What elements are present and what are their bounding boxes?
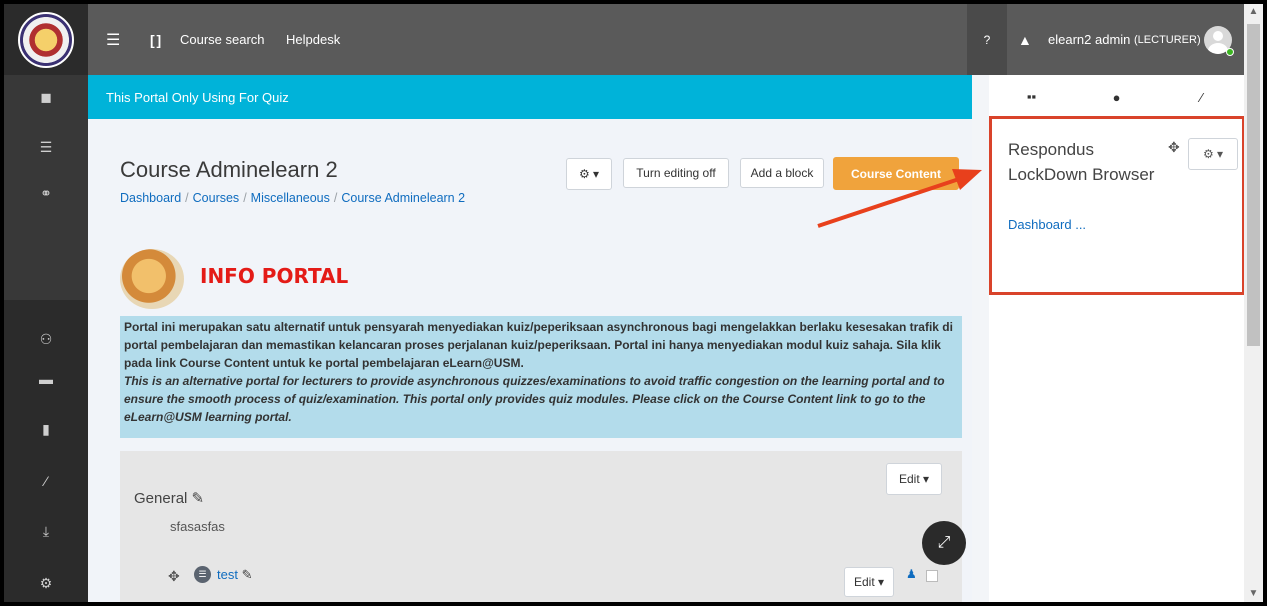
comment-icon[interactable]: ● xyxy=(1074,75,1159,119)
nav-course-search[interactable]: Course search xyxy=(180,4,265,75)
scroll-down-icon[interactable]: ▼ xyxy=(1244,588,1263,599)
gear-icon: ⚙ ▾ xyxy=(1202,147,1224,161)
section-summary: sfasasfas xyxy=(170,519,225,534)
activity-name[interactable]: test xyxy=(217,567,238,582)
scroll-up-icon[interactable]: ▲ xyxy=(1244,6,1263,17)
quiz-icon: ☰ xyxy=(194,566,211,583)
online-status-dot xyxy=(1226,48,1234,56)
page-title: Course Adminelearn 2 xyxy=(120,157,338,182)
user-name: elearn2 admin xyxy=(1048,32,1131,47)
breadcrumb-courses[interactable]: Courses xyxy=(193,191,240,205)
book-icon[interactable]: ◼ xyxy=(4,89,88,106)
pencil-icon[interactable]: ✎ xyxy=(242,567,253,582)
banner-text: This Portal Only Using For Quiz xyxy=(106,89,289,105)
users-icon[interactable]: ⚇ xyxy=(4,331,88,348)
turn-editing-off-button[interactable]: Turn editing off xyxy=(623,158,729,188)
question-circle-icon[interactable]: ? xyxy=(967,4,1007,75)
move-icon[interactable]: ✥ xyxy=(1168,139,1180,156)
course-content-button[interactable]: Course Content xyxy=(833,157,959,190)
bell-icon[interactable]: ▲ xyxy=(1018,4,1032,75)
browser-viewport: ☰ [ ] Course search Helpdesk ? ▲ elearn2… xyxy=(4,4,1263,602)
breadcrumb-separator: / xyxy=(333,191,338,205)
block-title: Respondus LockDown Browser xyxy=(1008,140,1155,184)
section-edit-button[interactable]: Edit ▾ xyxy=(886,463,942,495)
cogs-icon[interactable]: ⚙ xyxy=(4,575,88,592)
link-icon[interactable]: ⚭ xyxy=(4,185,88,202)
breadcrumb-separator: / xyxy=(243,191,247,205)
list-icon[interactable]: ☰ xyxy=(4,139,88,156)
breadcrumb-course[interactable]: Course Adminelearn 2 xyxy=(341,191,465,205)
info-portal-title: INFO PORTAL xyxy=(200,264,349,288)
activity-edit-button[interactable]: Edit ▾ xyxy=(844,567,894,597)
person-icon[interactable]: ♟ xyxy=(906,567,917,581)
user-role: (LECTURER) xyxy=(1134,33,1201,46)
info-notice: Portal ini merupakan satu alternatif unt… xyxy=(120,316,962,438)
pencil-icon[interactable]: ✎ xyxy=(192,490,205,507)
info-text-english: This is an alternative portal for lectur… xyxy=(124,374,945,424)
hamburger-icon[interactable]: ☰ xyxy=(106,4,120,75)
move-icon[interactable]: ✥ xyxy=(168,568,180,585)
section-edit-label: Edit xyxy=(898,472,920,486)
blocks-icon[interactable]: ▪▪ xyxy=(989,75,1074,119)
block-dashboard-link[interactable]: Dashboard ... xyxy=(1008,217,1086,232)
scrollbar[interactable]: ▲ ▼ xyxy=(1244,4,1263,602)
breadcrumb-miscellaneous[interactable]: Miscellaneous xyxy=(251,191,330,205)
activity-edit-label: Edit xyxy=(853,575,875,589)
main-content: Course Adminelearn 2 Dashboard / Courses / M… xyxy=(88,119,972,602)
user-menu[interactable]: elearn2 admin (LECTURER) xyxy=(1048,4,1201,75)
logo-container[interactable] xyxy=(4,4,88,75)
gear-icon: ⚙ ▾ xyxy=(578,167,600,181)
scroll-thumb[interactable] xyxy=(1247,24,1260,346)
course-actions-gear-button[interactable]: ⚙ ▾ xyxy=(566,158,612,190)
brush-icon[interactable]: ⁄ xyxy=(4,473,88,489)
megaphone-cartoon-image xyxy=(120,249,184,309)
activity-link-test[interactable]: test ✎ xyxy=(217,567,253,583)
section-title[interactable]: General ✎ xyxy=(134,489,204,507)
site-banner: This Portal Only Using For Quiz xyxy=(88,75,972,119)
block-gear-button[interactable]: ⚙ ▾ xyxy=(1188,138,1238,170)
left-sidebar: ◼ ☰ ⚭ ⚇ ▬ ▮ ⁄ ⤓ ⚙ xyxy=(4,75,88,602)
archive-icon[interactable]: ▬ xyxy=(4,371,88,387)
section-title-text: General xyxy=(134,490,188,507)
top-navbar: ☰ [ ] Course search Helpdesk ? ▲ elearn2… xyxy=(4,4,1244,75)
file-icon[interactable]: ▮ xyxy=(4,421,88,438)
completion-checkbox[interactable] xyxy=(926,570,938,582)
expand-icon[interactable]: ⤢ xyxy=(922,521,966,565)
course-section-general: Edit ▾ General ✎ sfasasfas ⤢ ✥ ☰ test ✎ … xyxy=(120,451,966,602)
breadcrumb-separator: / xyxy=(185,191,189,205)
add-block-button[interactable]: Add a block xyxy=(740,158,824,188)
brush-icon[interactable]: ⁄ xyxy=(1159,75,1244,119)
info-text-malay: Portal ini merupakan satu alternatif unt… xyxy=(124,320,953,370)
breadcrumb-dashboard[interactable]: Dashboard xyxy=(120,191,181,205)
university-logo xyxy=(18,11,74,68)
nav-helpdesk[interactable]: Helpdesk xyxy=(286,4,340,75)
respondus-block: Respondus LockDown Browser ✥ ⚙ ▾ Dashboa… xyxy=(989,116,1245,295)
download-icon[interactable]: ⤓ xyxy=(4,523,88,540)
fullscreen-icon[interactable]: [ ] xyxy=(150,4,161,75)
breadcrumb: Dashboard / Courses / Miscellaneous / Course A… xyxy=(120,191,465,205)
